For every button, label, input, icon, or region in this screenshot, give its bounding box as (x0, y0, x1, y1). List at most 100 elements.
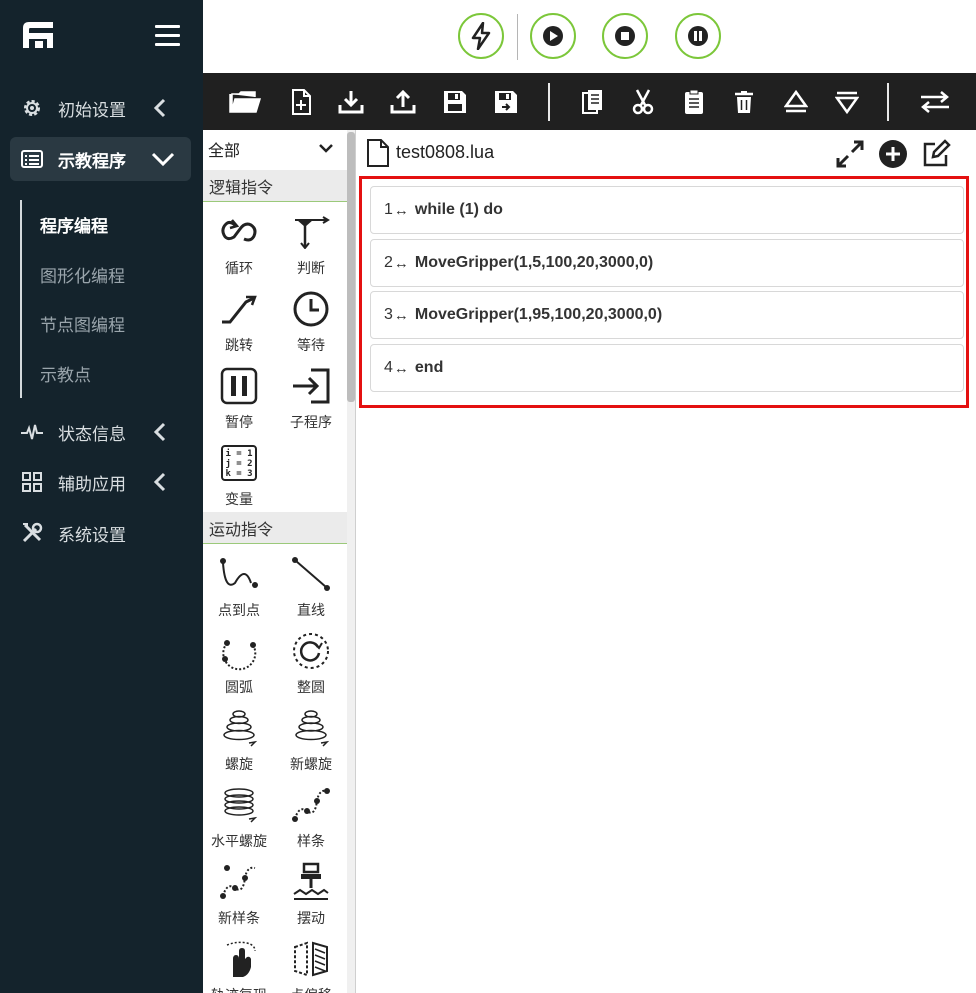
palette-item-new-spline[interactable]: 新样条 (203, 858, 275, 934)
save-as-button[interactable] (491, 87, 521, 117)
pause-button[interactable] (675, 13, 721, 59)
palette-filter-select[interactable]: 全部 (203, 130, 347, 168)
palette-item-label: 点到点 (218, 602, 260, 618)
fullscreen-button[interactable] (834, 138, 866, 170)
loop-icon (219, 212, 259, 252)
line-code: MoveGripper(1,5,100,20,3000,0) (414, 254, 654, 271)
nav-label: 初始设置 (58, 100, 126, 120)
cut-button[interactable] (628, 87, 658, 117)
palette-item-offset[interactable]: 点偏移 (275, 935, 347, 993)
nav-status-info[interactable]: 状态信息 (10, 410, 191, 454)
nav-teach-program[interactable]: 示教程序 (10, 137, 191, 181)
edit-button[interactable] (920, 138, 952, 170)
list-icon (20, 147, 44, 171)
palette-item-circle[interactable]: 整圆 (275, 627, 347, 703)
move-up-icon (784, 90, 808, 113)
clock-icon (291, 289, 331, 329)
subnav-program-coding[interactable]: 程序编程 (40, 212, 108, 237)
category-logic[interactable]: 逻辑指令 (203, 170, 347, 202)
palette-item-label: 跳转 (225, 337, 253, 353)
nav-aux-apps[interactable]: 辅助应用 (10, 460, 191, 504)
palette-item-label: 变量 (225, 491, 253, 507)
category-motion[interactable]: 运动指令 (203, 512, 347, 544)
move-down-button[interactable] (832, 87, 862, 117)
palette-item-ptp[interactable]: 点到点 (203, 550, 275, 626)
open-folder-icon (229, 91, 261, 113)
palette-item-loop[interactable]: 循环 (203, 208, 275, 284)
enable-button[interactable] (458, 13, 504, 59)
palette-scroll-thumb[interactable] (347, 132, 355, 402)
branch-icon (291, 212, 331, 252)
drag-handle-icon[interactable]: ↔ (394, 202, 409, 219)
chevron-down-icon (151, 152, 175, 167)
line-icon (291, 554, 331, 594)
grid-icon (20, 470, 44, 494)
subnav-graphical-coding[interactable]: 图形化编程 (40, 262, 125, 287)
palette-item-horizontal-spiral[interactable]: 水平螺旋 (203, 781, 275, 857)
subnav-node-graph[interactable]: 节点图编程 (40, 311, 125, 336)
tools-icon (20, 521, 44, 545)
nav-system-settings[interactable]: 系统设置 (10, 511, 191, 555)
menu-toggle-button[interactable] (155, 25, 180, 47)
move-up-button[interactable] (781, 87, 811, 117)
chevron-down-icon (319, 144, 333, 153)
palette-item-pause[interactable]: 暂停 (203, 362, 275, 438)
drag-handle-icon[interactable]: ↔ (394, 307, 409, 324)
add-line-button[interactable] (877, 138, 909, 170)
line-number: 3 (384, 306, 393, 323)
cut-icon (632, 89, 654, 115)
delete-button[interactable] (729, 87, 759, 117)
palette-item-new-spiral[interactable]: 新螺旋 (275, 704, 347, 780)
subnav-teach-points[interactable]: 示教点 (40, 361, 91, 386)
paste-button[interactable] (679, 87, 709, 117)
code-line[interactable]: 2 ↔ MoveGripper(1,5,100,20,3000,0) (370, 239, 964, 287)
palette-item-branch[interactable]: 判断 (275, 208, 347, 284)
drag-handle-icon[interactable]: ↔ (394, 255, 409, 272)
control-divider (517, 14, 518, 60)
download-button[interactable] (336, 87, 366, 117)
copy-button[interactable] (578, 87, 608, 117)
stop-icon (615, 26, 635, 46)
download-icon (338, 91, 364, 114)
new-file-button[interactable] (286, 87, 316, 117)
save-button[interactable] (440, 87, 470, 117)
palette-item-trajectory[interactable]: 轨迹复现 (203, 935, 275, 993)
palette-item-label: 循环 (225, 260, 253, 276)
palette-item-spiral[interactable]: 螺旋 (203, 704, 275, 780)
toolbar-divider (548, 83, 550, 121)
code-line[interactable]: 4 ↔ end (370, 344, 964, 392)
nav-label: 示教程序 (58, 151, 126, 171)
palette-item-line[interactable]: 直线 (275, 550, 347, 626)
palette-item-arc[interactable]: 圆弧 (203, 627, 275, 703)
palette-item-jump[interactable]: 跳转 (203, 285, 275, 361)
arc-icon (219, 631, 259, 671)
pause-box-icon (219, 366, 259, 406)
stop-button[interactable] (602, 13, 648, 59)
spiral-icon (219, 708, 259, 748)
run-button[interactable] (530, 13, 576, 59)
palette-item-wait[interactable]: 等待 (275, 285, 347, 361)
palette-item-spline[interactable]: 样条 (275, 781, 347, 857)
palette-item-variable[interactable]: i = 1 j = 2 k = 3 变量 (203, 439, 275, 515)
jump-icon (219, 289, 259, 329)
program-editor: test0808.lua 1 ↔ while (1) do 2 ↔ MoveGrippe… (356, 130, 976, 993)
palette-item-label: 轨迹复现 (203, 985, 275, 993)
nav-initial-settings[interactable]: 初始设置 (10, 86, 191, 130)
chevron-left-icon (153, 98, 166, 118)
control-bar (203, 0, 976, 73)
plus-circle-icon (879, 140, 907, 168)
palette-item-label: 水平螺旋 (211, 833, 267, 849)
code-line[interactable]: 3 ↔ MoveGripper(1,95,100,20,3000,0) (370, 291, 964, 339)
drag-handle-icon[interactable]: ↔ (394, 360, 409, 377)
code-line[interactable]: 1 ↔ while (1) do (370, 186, 964, 234)
palette-item-subprogram[interactable]: 子程序 (275, 362, 347, 438)
subprogram-icon (291, 366, 331, 406)
new-file-icon (292, 89, 311, 115)
upload-icon (390, 89, 416, 114)
pulse-icon (20, 420, 44, 444)
swap-button[interactable] (918, 87, 952, 117)
horizontal-spiral-icon (219, 785, 259, 825)
upload-button[interactable] (388, 87, 418, 117)
open-button[interactable] (228, 87, 262, 117)
palette-item-weave[interactable]: 摆动 (275, 858, 347, 934)
